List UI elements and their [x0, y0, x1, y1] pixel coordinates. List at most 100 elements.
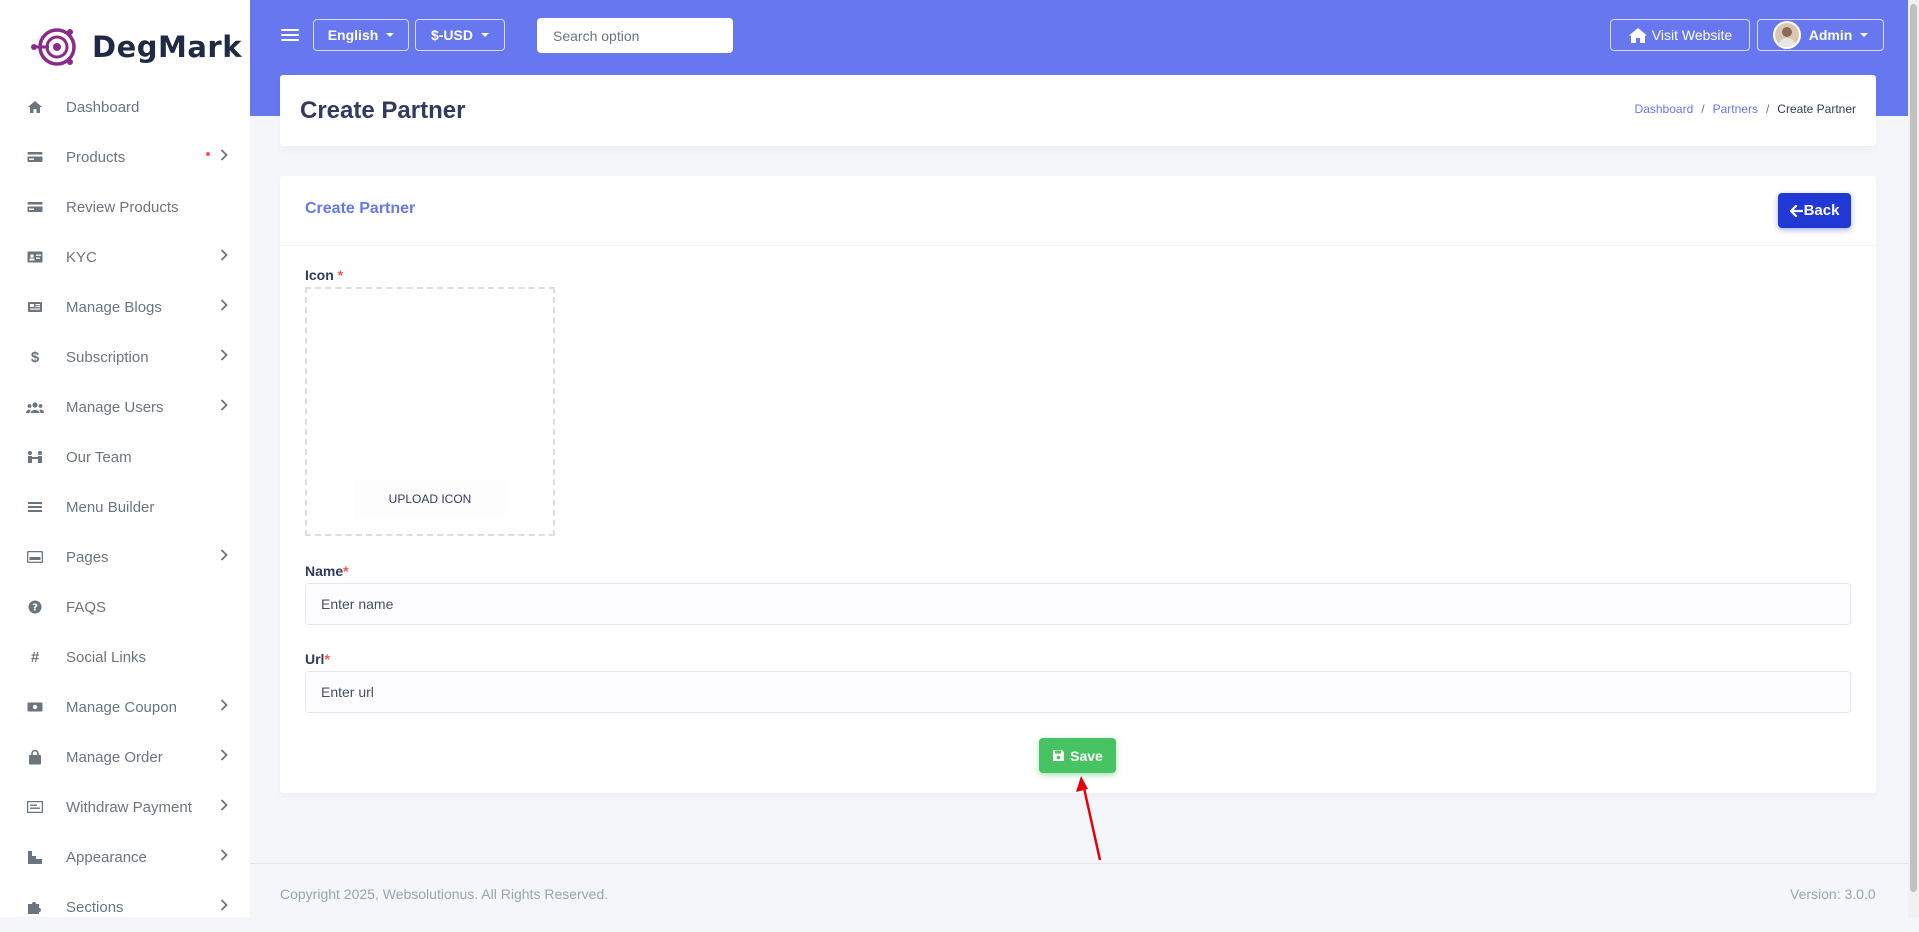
avatar: [1772, 21, 1801, 49]
required-mark: *: [337, 267, 344, 283]
chevron-right-icon: [220, 398, 228, 416]
sidebar-item-pages[interactable]: Pages: [0, 532, 250, 582]
menu-toggle-icon[interactable]: [281, 26, 299, 44]
sidebar-item-withdraw-payment[interactable]: Withdraw Payment: [0, 782, 250, 832]
bars-icon: [26, 498, 44, 516]
sidebar-item-dashboard[interactable]: Dashboard: [0, 82, 250, 132]
arrow-left-icon: [1789, 204, 1803, 217]
page-icon: [26, 548, 44, 566]
sidebar-item-label: Manage Users: [66, 398, 164, 416]
credit-card-icon: [26, 148, 44, 166]
sidebar-item-appearance[interactable]: Appearance: [0, 832, 250, 882]
icon-label-text: Icon: [305, 267, 334, 283]
sidebar-item-label: Review Products: [66, 198, 179, 216]
currency-label: $-USD: [430, 27, 473, 43]
annotation-arrow-icon: [1076, 776, 1102, 861]
sidebar-item-label: Subscription: [66, 348, 149, 366]
url-input[interactable]: [305, 671, 1851, 713]
required-mark: *: [343, 563, 349, 579]
required-mark: *: [324, 651, 330, 667]
sidebar-item-subscription[interactable]: $ Subscription: [0, 332, 250, 382]
sidebar-item-social-links[interactable]: # Social Links: [0, 632, 250, 682]
palette-icon: [26, 848, 44, 866]
visit-website-button[interactable]: Visit Website: [1610, 19, 1750, 51]
shopping-bag-icon: [26, 748, 44, 766]
breadcrumb-separator: /: [1701, 102, 1705, 116]
id-card-icon: [26, 248, 44, 266]
dollar-icon: $: [30, 348, 40, 366]
sidebar: DegMark Dashboard Products Review Products…: [0, 0, 250, 917]
card-divider: [280, 245, 1876, 246]
name-label-text: Name: [305, 563, 344, 579]
sidebar-item-label: Menu Builder: [66, 498, 155, 516]
sidebar-item-products[interactable]: Products: [0, 132, 250, 182]
breadcrumb-partners-link[interactable]: Partners: [1713, 102, 1758, 116]
search-input[interactable]: [537, 18, 733, 53]
sidebar-item-label: FAQS: [66, 598, 107, 616]
save-label: Save: [1070, 747, 1103, 764]
save-button[interactable]: Save: [1039, 738, 1116, 773]
breadcrumb-separator: /: [1765, 102, 1770, 116]
puzzle-icon: [26, 898, 44, 916]
icon-field-label: Icon *: [305, 267, 343, 283]
credit-card-icon: [26, 198, 44, 216]
brand-logo[interactable]: DegMark: [30, 24, 242, 70]
back-button[interactable]: Back: [1778, 193, 1851, 228]
caret-down-icon: [481, 33, 489, 37]
sidebar-item-label: Dashboard: [66, 98, 140, 116]
sidebar-item-menu-builder[interactable]: Menu Builder: [0, 482, 250, 532]
sidebar-item-kyc[interactable]: KYC: [0, 232, 250, 282]
language-dropdown[interactable]: English: [313, 19, 409, 51]
card-title: Create Partner: [305, 200, 416, 217]
caret-down-icon: [386, 33, 395, 37]
sidebar-item-our-team[interactable]: Our Team: [0, 432, 250, 482]
sidebar-item-label: Products: [66, 148, 126, 166]
sidebar-item-label: Sections: [66, 898, 124, 916]
sidebar-item-manage-coupon[interactable]: Manage Coupon: [0, 682, 250, 732]
sidebar-item-label: KYC: [66, 248, 97, 266]
upload-icon-button[interactable]: UPLOAD ICON: [355, 479, 505, 519]
chevron-right-icon: [220, 348, 228, 366]
sidebar-item-label: Manage Blogs: [66, 298, 162, 316]
back-label: Back: [1803, 202, 1840, 219]
notification-dot: [206, 152, 210, 156]
sidebar-item-sections[interactable]: Sections: [0, 882, 250, 932]
page-header: Create Partner Dashboard / Partners / Cr…: [280, 75, 1876, 146]
degmark-logo-icon: [31, 28, 76, 66]
footer-version: Version: 3.0.0: [1790, 886, 1876, 902]
hashtag-icon: #: [30, 648, 40, 666]
scrollbar[interactable]: [1908, 0, 1919, 917]
sidebar-item-review-products[interactable]: Review Products: [0, 182, 250, 232]
team-icon: [26, 448, 44, 466]
brand-name: DegMark: [92, 30, 243, 64]
visit-website-label: Visit Website: [1651, 27, 1733, 43]
sidebar-item-faqs[interactable]: ? FAQS: [0, 582, 250, 632]
floppy-disk-icon: [1053, 750, 1065, 761]
chevron-right-icon: [220, 848, 228, 866]
chevron-right-icon: [220, 798, 228, 816]
icon-upload-dropzone[interactable]: UPLOAD ICON: [305, 287, 555, 536]
sidebar-item-manage-blogs[interactable]: Manage Blogs: [0, 282, 250, 332]
user-name: Admin: [1808, 27, 1853, 43]
sidebar-item-manage-order[interactable]: Manage Order: [0, 732, 250, 782]
currency-dropdown[interactable]: $-USD: [415, 19, 505, 51]
breadcrumb-dashboard-link[interactable]: Dashboard: [1635, 102, 1694, 116]
home-icon: [26, 98, 44, 116]
sidebar-item-label: Manage Coupon: [66, 698, 177, 716]
chevron-right-icon: [220, 898, 228, 916]
scrollbar-thumb[interactable]: [1910, 4, 1917, 892]
chevron-right-icon: [220, 698, 228, 716]
chevron-right-icon: [220, 248, 228, 266]
user-dropdown[interactable]: Admin: [1757, 19, 1884, 51]
chevron-right-icon: [220, 548, 228, 566]
breadcrumb: Dashboard / Partners / Create Partner: [1635, 102, 1856, 116]
url-field-label: Url*: [305, 651, 330, 667]
name-input[interactable]: [305, 583, 1851, 625]
sidebar-item-label: Manage Order: [66, 748, 163, 766]
sidebar-item-label: Withdraw Payment: [66, 798, 192, 816]
newspaper-icon: [26, 298, 44, 316]
sidebar-menu: Dashboard Products Review Products KYC Manag…: [0, 82, 250, 932]
chevron-right-icon: [220, 298, 228, 316]
sidebar-item-manage-users[interactable]: Manage Users: [0, 382, 250, 432]
url-label-text: Url: [305, 651, 325, 667]
